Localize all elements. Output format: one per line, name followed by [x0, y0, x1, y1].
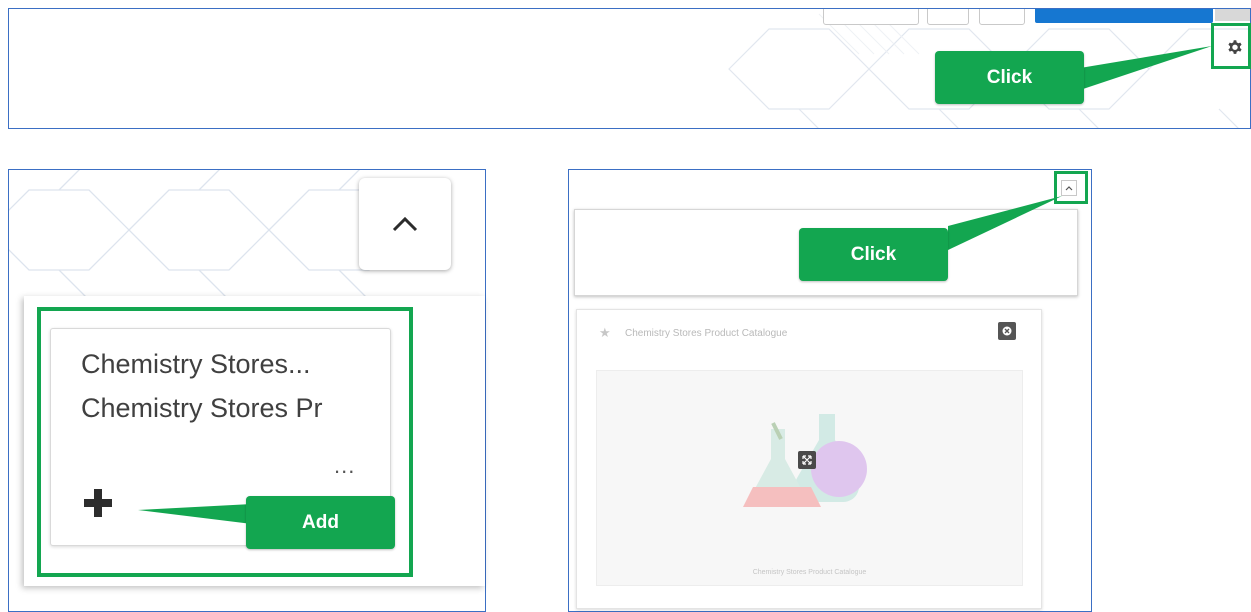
collapse-highlight	[1054, 171, 1088, 204]
toolbar-divider	[1215, 9, 1250, 21]
chevron-up-icon	[392, 216, 418, 232]
remove-widget-button[interactable]	[998, 322, 1016, 340]
collapse-click-callout: Click	[799, 228, 948, 281]
expand-widget-button[interactable]	[798, 451, 816, 469]
toolbar-button[interactable]	[927, 9, 969, 25]
widget-card: ★ Chemistry Stores Product Catalogue Che…	[576, 309, 1042, 609]
toolbar-button[interactable]	[979, 9, 1025, 25]
gear-highlight	[1211, 23, 1251, 69]
toolbar-primary-button[interactable]	[1035, 9, 1213, 23]
settings-click-callout: Click	[935, 51, 1084, 104]
widget-tile[interactable]: Chemistry Stores Product Catalogue	[596, 370, 1023, 586]
expand-icon	[802, 455, 812, 465]
star-icon[interactable]: ★	[599, 325, 611, 341]
widget-title: Chemistry Stores Product Catalogue	[625, 328, 788, 339]
add-callout: Add	[246, 496, 395, 549]
close-icon	[1002, 326, 1012, 336]
toolbar-button[interactable]	[823, 9, 919, 25]
collapse-menu-button[interactable]	[359, 178, 451, 270]
tile-caption: Chemistry Stores Product Catalogue	[752, 569, 867, 576]
